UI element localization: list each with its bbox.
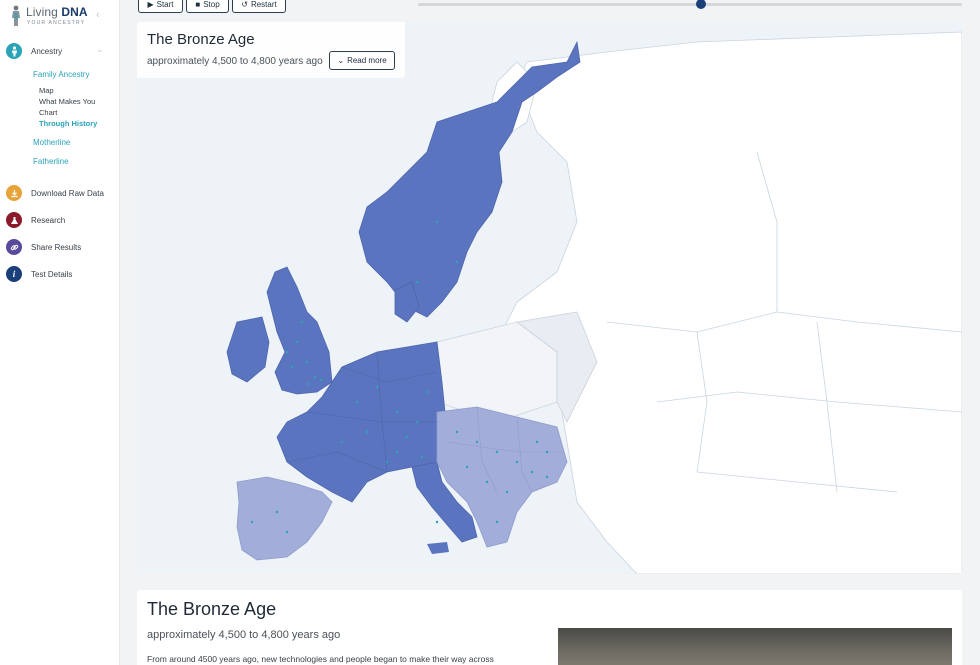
timeline-slider-handle[interactable] bbox=[695, 0, 706, 9]
nav-test-details-label: Test Details bbox=[31, 269, 73, 279]
era-detail-card: The Bronze Age approximately 4,500 to 4,… bbox=[137, 590, 962, 665]
living-dna-logo[interactable]: Living DNA YOUR ANCESTRY bbox=[8, 5, 118, 29]
europe-map[interactable] bbox=[137, 22, 962, 574]
chevron-down-icon: ⌄ bbox=[337, 56, 345, 65]
brand-name: Living DNA bbox=[26, 5, 88, 19]
era-detail-body: From around 4500 years ago, new technolo… bbox=[147, 654, 494, 664]
nav-what-makes-you[interactable]: What Makes You bbox=[39, 97, 95, 106]
nav-test-details[interactable]: i Test Details bbox=[6, 265, 72, 283]
era-detail-subtitle: approximately 4,500 to 4,800 years ago bbox=[147, 629, 341, 641]
nav-family-ancestry[interactable]: Family Ancestry bbox=[33, 70, 89, 79]
stop-button[interactable]: ■ Stop bbox=[186, 0, 229, 13]
nav-map[interactable]: Map bbox=[39, 86, 54, 95]
nav-through-history[interactable]: Through History bbox=[39, 119, 97, 128]
era-photo bbox=[558, 628, 952, 665]
flask-icon bbox=[6, 212, 22, 228]
nav-research-label: Research bbox=[31, 215, 66, 225]
nav-share-label: Share Results bbox=[31, 242, 82, 252]
info-icon: i bbox=[6, 266, 22, 282]
collapse-sidebar-icon[interactable]: ‹ bbox=[96, 9, 100, 21]
nav-research[interactable]: Research bbox=[6, 211, 65, 229]
era-info-panel: The Bronze Age approximately 4,500 to 4,… bbox=[137, 22, 405, 78]
ancestry-map[interactable]: The Bronze Age approximately 4,500 to 4,… bbox=[137, 22, 962, 574]
sidebar: Living DNA YOUR ANCESTRY ‹ Ancestry ⌄ Fa… bbox=[0, 0, 120, 665]
era-title: The Bronze Age bbox=[147, 31, 255, 48]
era-subtitle: approximately 4,500 to 4,800 years ago bbox=[147, 56, 323, 67]
nav-download-raw-data[interactable]: Download Raw Data bbox=[6, 184, 104, 202]
start-button[interactable]: ▶ Start bbox=[138, 0, 183, 13]
restart-button[interactable]: ↺ Restart bbox=[232, 0, 286, 13]
stop-icon: ■ bbox=[195, 0, 201, 9]
nav-fatherline[interactable]: Fatherline bbox=[33, 157, 69, 166]
play-icon: ▶ bbox=[147, 0, 154, 9]
chevron-down-icon: ⌄ bbox=[96, 44, 104, 54]
era-detail-title: The Bronze Age bbox=[147, 599, 277, 619]
person-icon bbox=[6, 43, 22, 59]
brand-tagline: YOUR ANCESTRY bbox=[27, 20, 86, 26]
logo-figure-icon bbox=[12, 5, 20, 26]
nav-motherline[interactable]: Motherline bbox=[33, 138, 70, 147]
link-icon bbox=[6, 239, 22, 255]
nav-download-label: Download Raw Data bbox=[31, 188, 104, 198]
download-icon bbox=[6, 185, 22, 201]
nav-share-results[interactable]: Share Results bbox=[6, 238, 81, 256]
read-more-button[interactable]: ⌄ Read more bbox=[329, 51, 395, 70]
nav-ancestry-label: Ancestry bbox=[31, 46, 63, 56]
nav-chart[interactable]: Chart bbox=[39, 108, 57, 117]
restart-icon: ↺ bbox=[241, 0, 248, 9]
timeline-slider[interactable] bbox=[418, 3, 962, 6]
nav-ancestry[interactable]: Ancestry ⌄ bbox=[6, 42, 116, 60]
